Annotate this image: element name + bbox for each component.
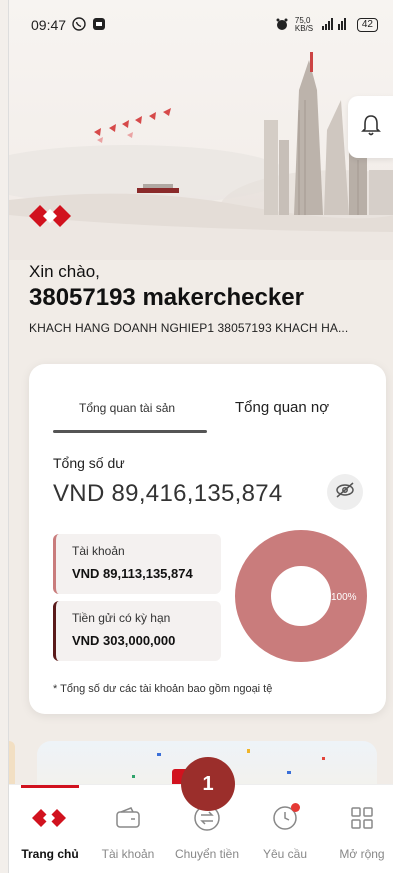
zalo-icon [92, 17, 106, 34]
alarm-icon [275, 17, 289, 34]
grid-icon [324, 803, 393, 833]
asset-overview-card: Tổng quan tài sản Tổng quan nợ Tổng số d… [29, 364, 386, 714]
nav-more[interactable]: Mở rộng [324, 803, 393, 861]
nav-accounts-label: Tài khoản [101, 847, 155, 861]
greeting-text: Xin chào, [29, 262, 100, 281]
account-summary-box[interactable]: Tài khoản VND 89,113,135,874 [53, 534, 221, 594]
bell-icon [360, 113, 382, 142]
hide-balance-button[interactable] [327, 474, 363, 510]
nav-requests-label: Yêu cầu [262, 847, 308, 861]
asset-donut-chart: 100% [235, 530, 367, 662]
bank-logo [29, 205, 75, 232]
battery-indicator: 42 [356, 18, 378, 32]
requests-notification-dot [291, 803, 300, 812]
nav-accounts[interactable]: Tài khoản [90, 803, 166, 861]
total-balance-value: VND 89,416,135,874 [53, 480, 283, 507]
network-speed: 75,0 KB/S [294, 16, 314, 33]
tab-debt-overview[interactable]: Tổng quan nợ [235, 399, 329, 416]
term-deposit-label: Tiền gửi có kỳ hạn [72, 611, 171, 625]
hero-banner: 09:47 75,0 KB/S 42 [9, 0, 393, 260]
user-name: 38057193 makerchecker [29, 284, 304, 311]
eye-off-icon [334, 481, 356, 504]
nav-home-label: Trang chủ [21, 847, 79, 861]
nav-requests[interactable]: Yêu cầu [247, 803, 323, 861]
notification-bell-button[interactable] [348, 96, 393, 158]
clock-icon [247, 803, 323, 833]
term-deposit-value: VND 303,000,000 [72, 633, 176, 648]
company-name: KHACH HANG DOANH NGHIEP1 38057193 KHACH … [29, 321, 349, 335]
nav-more-label: Mở rộng [339, 847, 385, 861]
balance-footnote: * Tổng số dư các tài khoản bao gồm ngoại… [53, 683, 273, 695]
status-bar: 09:47 75,0 KB/S 42 [31, 14, 378, 36]
active-nav-indicator [21, 785, 79, 788]
donut-percent-label: 100% [331, 592, 357, 603]
wallet-icon [90, 803, 166, 833]
nav-transfer-label: Chuyển tiền [174, 847, 240, 861]
account-label: Tài khoản [72, 544, 125, 558]
active-tab-indicator [53, 430, 207, 433]
account-value: VND 89,113,135,874 [72, 566, 193, 581]
nav-transfer[interactable]: Chuyển tiền [169, 803, 245, 861]
tab-asset-overview[interactable]: Tổng quan tài sản [79, 401, 175, 415]
total-balance-label: Tổng số dư [53, 455, 125, 471]
app-screen: 09:47 75,0 KB/S 42 Xin chào, 38057193 ma… [8, 0, 393, 873]
nav-home[interactable]: Trang chủ [12, 803, 88, 861]
signal-icon [321, 17, 351, 33]
status-time: 09:47 [31, 17, 67, 33]
step-number-badge: 1 [181, 757, 235, 811]
term-deposit-summary-box[interactable]: Tiền gửi có kỳ hạn VND 303,000,000 [53, 601, 221, 661]
home-logo-icon [12, 803, 88, 833]
phone-call-icon [72, 16, 86, 34]
